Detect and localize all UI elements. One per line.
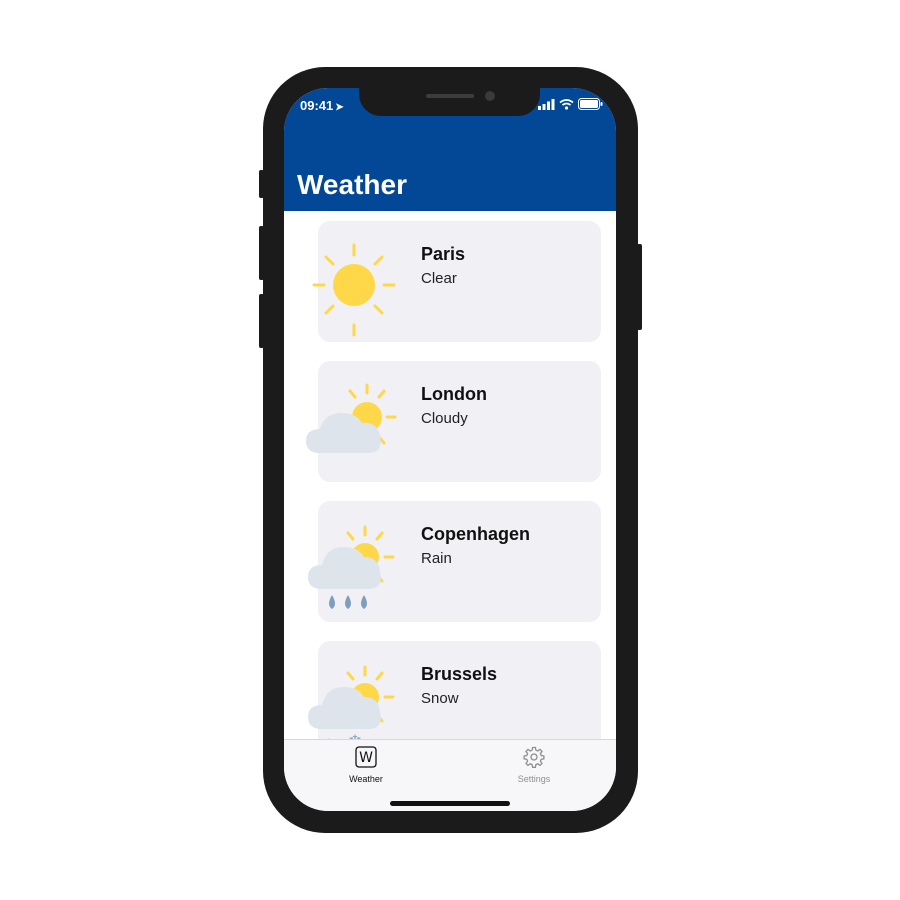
- side-button-power: [637, 244, 642, 330]
- status-icons: [538, 98, 603, 110]
- tab-weather[interactable]: W Weather: [311, 746, 421, 794]
- city-card-paris[interactable]: Paris Clear: [312, 221, 601, 342]
- wifi-icon: [559, 99, 574, 110]
- page-title: Weather: [297, 169, 407, 200]
- battery-icon: [578, 98, 603, 110]
- app-header: 09:41 ➤ Weather: [284, 88, 616, 211]
- gear-icon: [523, 746, 545, 768]
- city-card-copenhagen[interactable]: Copenhagen Rain: [308, 501, 601, 622]
- status-time: 09:41 ➤: [300, 98, 344, 113]
- home-indicator[interactable]: [390, 801, 510, 806]
- cloud-sun-icon: [306, 383, 397, 453]
- front-camera: [485, 91, 495, 101]
- tab-bar: W Weather Settings: [284, 739, 616, 811]
- tab-label: Settings: [517, 774, 551, 784]
- city-condition: Cloudy: [421, 410, 468, 427]
- city-card-brussels[interactable]: ❄ ❄ Brussels Snow: [308, 641, 601, 739]
- weather-tab-icon: W: [355, 746, 377, 768]
- rain-icon: [308, 525, 395, 609]
- side-button-silent: [259, 170, 264, 198]
- city-card-london[interactable]: London Cloudy: [306, 361, 601, 482]
- signal-icon: [538, 99, 555, 110]
- city-condition: Clear: [421, 270, 457, 287]
- snow-icon: ❄ ❄: [308, 665, 395, 739]
- side-button-volume-down: [259, 294, 264, 348]
- city-name: Brussels: [421, 664, 498, 684]
- city-name: London: [421, 384, 487, 404]
- city-condition: Rain: [421, 550, 452, 567]
- sun-icon: [312, 243, 396, 337]
- tab-settings[interactable]: Settings: [479, 746, 589, 794]
- location-arrow-icon: ➤: [335, 102, 344, 113]
- side-button-volume-up: [259, 226, 264, 280]
- city-list[interactable]: Paris Clear London Cloudy Copenhagen Rai…: [284, 211, 616, 739]
- svg-text:❄: ❄: [348, 732, 362, 739]
- weather-tab-glyph: W: [359, 750, 373, 766]
- city-name: Copenhagen: [421, 524, 531, 544]
- phone-screen: 09:41 ➤ Weather Paris Clear London Cloud…: [284, 88, 616, 811]
- city-name: Paris: [421, 244, 466, 264]
- notch: [359, 88, 540, 116]
- speaker: [426, 94, 474, 98]
- city-condition: Snow: [421, 690, 459, 707]
- tab-label: Weather: [349, 774, 383, 784]
